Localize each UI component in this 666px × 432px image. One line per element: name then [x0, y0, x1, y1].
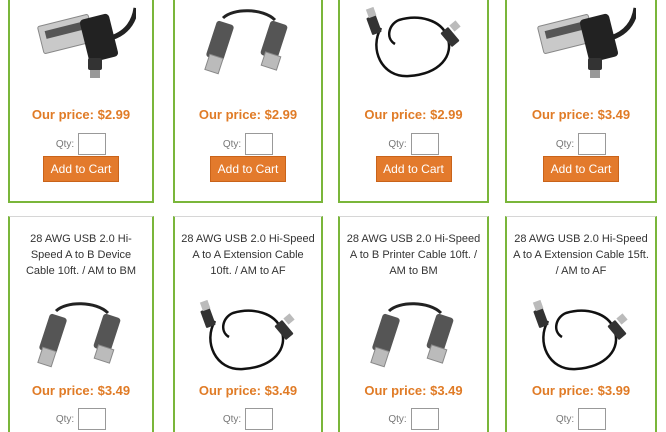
add-to-cart-button[interactable]: Add to Cart	[543, 156, 619, 182]
coiled-usb-cable-icon[interactable]	[507, 291, 655, 381]
qty-field: Qty:	[340, 133, 487, 155]
qty-field: Qty:	[507, 133, 655, 155]
product-price: Our price: $3.49	[31, 383, 131, 398]
qty-input[interactable]	[578, 133, 607, 155]
qty-input[interactable]	[245, 133, 274, 155]
product-title[interactable]: 28 AWG USB 2.0 Hi-Speed A to A Extension…	[513, 231, 649, 279]
qty-label: Qty:	[555, 413, 575, 425]
product-price: Our price: $2.99	[31, 107, 131, 122]
product-card: Our price: $2.99 Qty: Add to Cart	[173, 0, 323, 203]
qty-label: Qty:	[222, 138, 242, 150]
qty-input[interactable]	[78, 133, 107, 155]
product-card: Our price: $3.49 Qty: Add to Cart	[505, 0, 657, 203]
coiled-usb-cable-icon[interactable]	[340, 0, 487, 88]
qty-input[interactable]	[578, 408, 607, 430]
coiled-usb-cable-icon[interactable]	[175, 291, 321, 381]
usb-a-to-mini-b-connector-icon[interactable]	[507, 0, 655, 88]
qty-field: Qty:	[175, 133, 321, 155]
product-card: 28 AWG USB 2.0 Hi-Speed A to B Printer C…	[338, 216, 489, 432]
add-to-cart-button[interactable]: Add to Cart	[43, 156, 119, 182]
add-to-cart-button[interactable]: Add to Cart	[375, 156, 452, 182]
product-price: Our price: $2.99	[198, 107, 298, 122]
usb-a-to-mini-b-connector-icon[interactable]	[10, 0, 152, 88]
qty-label: Qty:	[55, 413, 75, 425]
qty-label: Qty:	[388, 413, 407, 425]
qty-label: Qty:	[222, 413, 242, 425]
qty-input[interactable]	[245, 408, 274, 430]
qty-input[interactable]	[410, 408, 439, 430]
qty-label: Qty:	[55, 138, 75, 150]
product-price: Our price: $3.99	[531, 383, 631, 398]
product-card: Our price: $2.99 Qty: Add to Cart	[338, 0, 489, 203]
usb-a-to-b-cable-icon[interactable]	[340, 291, 487, 381]
qty-field: Qty:	[10, 408, 152, 430]
qty-label: Qty:	[555, 138, 575, 150]
product-title[interactable]: 28 AWG USB 2.0 Hi-Speed A to B Printer C…	[346, 231, 481, 279]
product-price: Our price: $2.99	[364, 107, 463, 122]
usb-a-to-b-cable-icon[interactable]	[175, 0, 321, 88]
product-price: Our price: $3.49	[364, 383, 463, 398]
qty-field: Qty:	[507, 408, 655, 430]
qty-field: Qty:	[340, 408, 487, 430]
usb-a-to-b-cable-icon[interactable]	[10, 291, 152, 381]
qty-field: Qty:	[10, 133, 152, 155]
product-card: 28 AWG USB 2.0 Hi-Speed A to A Extension…	[505, 216, 657, 432]
product-price: Our price: $3.49	[531, 107, 631, 122]
product-card: 28 AWG USB 2.0 Hi-Speed A to B Device Ca…	[8, 216, 154, 432]
product-card: Our price: $2.99 Qty: Add to Cart	[8, 0, 154, 203]
qty-input[interactable]	[410, 133, 439, 155]
product-price: Our price: $3.49	[198, 383, 298, 398]
product-title[interactable]: 28 AWG USB 2.0 Hi-Speed A to A Extension…	[181, 231, 315, 279]
qty-label: Qty:	[388, 138, 407, 150]
qty-field: Qty:	[175, 408, 321, 430]
product-title[interactable]: 28 AWG USB 2.0 Hi-Speed A to B Device Ca…	[16, 231, 146, 279]
qty-input[interactable]	[78, 408, 107, 430]
product-card: 28 AWG USB 2.0 Hi-Speed A to A Extension…	[173, 216, 323, 432]
add-to-cart-button[interactable]: Add to Cart	[210, 156, 286, 182]
